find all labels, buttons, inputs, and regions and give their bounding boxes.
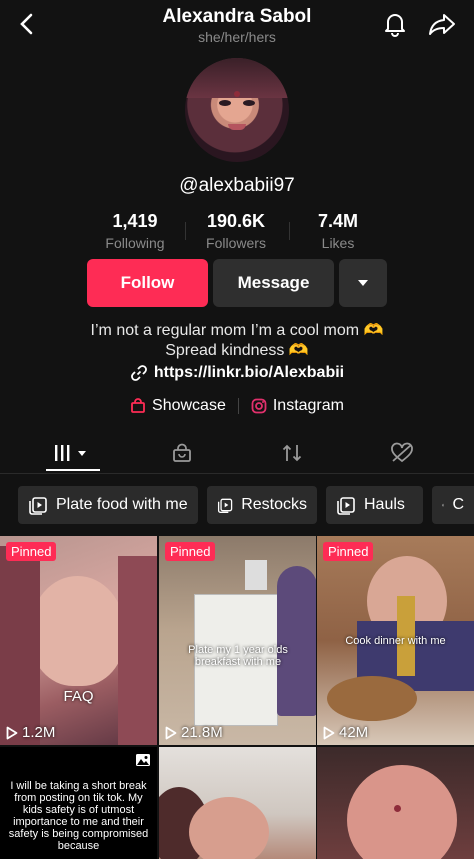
tab-reposts[interactable]: [233, 433, 351, 473]
view-count-text: 42M: [339, 724, 369, 741]
notifications-button[interactable]: [381, 10, 409, 38]
bell-icon: [385, 14, 405, 37]
view-count-text: 1.2M: [22, 724, 56, 741]
view-count: 42M: [323, 724, 368, 741]
playlist-chip-label: Restocks: [241, 496, 307, 513]
liked-hidden-icon: [391, 442, 413, 463]
view-count-text: 21.8M: [181, 724, 223, 741]
instagram-label: Instagram: [272, 397, 344, 414]
view-count: 1.2M: [6, 724, 55, 741]
video-thumbnail[interactable]: Pinned FAQ 1.2M: [0, 536, 157, 745]
showcase-link[interactable]: Showcase: [130, 397, 226, 415]
playlist-chip-label: Plate food with me: [56, 496, 188, 513]
playlist-chip-label: C: [452, 496, 464, 513]
pinned-badge: Pinned: [6, 542, 57, 561]
share-button[interactable]: [428, 10, 456, 38]
video-thumbnail[interactable]: [317, 747, 474, 859]
playlist-icon: [337, 497, 355, 515]
playlist-chip[interactable]: Hauls: [326, 486, 423, 524]
playlist-chip[interactable]: Restocks: [207, 486, 317, 524]
video-thumbnail[interactable]: Pinned Cook dinner with me 42M: [317, 536, 474, 745]
playlist-icon: [217, 498, 233, 513]
play-icon: [6, 726, 18, 739]
video-caption: Cook dinner with me: [345, 635, 446, 647]
share-icon: [429, 14, 455, 35]
bio-link-text: https://linkr.bio/Alexbabii: [153, 364, 345, 381]
shopping-bag-icon: [173, 443, 191, 462]
play-icon: [323, 726, 335, 739]
likes-count: 7.4M: [317, 211, 359, 231]
showcase-label: Showcase: [152, 397, 226, 414]
pinned-badge: Pinned: [323, 542, 374, 561]
instagram-link[interactable]: Instagram: [251, 397, 344, 415]
videos-grid-icon: [55, 445, 86, 461]
likes-label: Likes: [321, 235, 355, 251]
message-button[interactable]: Message: [213, 259, 334, 307]
follow-button[interactable]: Follow: [87, 259, 208, 307]
tab-videos[interactable]: [14, 433, 132, 473]
playlist-icon: [29, 497, 47, 515]
instagram-icon: [251, 398, 267, 414]
bio-line: Spread kindness 🫶: [165, 342, 309, 359]
playlist-chip[interactable]: C: [432, 486, 474, 524]
repost-icon: [282, 444, 302, 462]
video-thumbnail[interactable]: I will be taking a short break from post…: [0, 747, 157, 859]
tab-shop[interactable]: [123, 433, 241, 473]
shopping-bag-icon: [131, 398, 145, 413]
profile-tabs: [0, 433, 474, 474]
likes-stat[interactable]: 7.4M Likes: [278, 211, 398, 251]
active-tab-indicator: [46, 469, 100, 471]
tab-liked[interactable]: [343, 433, 461, 473]
bio-link[interactable]: https://linkr.bio/Alexbabii: [0, 364, 474, 382]
caret-down-icon: [358, 280, 368, 286]
video-caption: FAQ: [63, 688, 94, 705]
link-icon: [130, 365, 147, 381]
play-icon: [165, 726, 177, 739]
bio-line: I’m not a regular mom I’m a cool mom 🫶: [90, 322, 384, 339]
video-thumbnail[interactable]: Pinned Plate my 1 year olds breakfast wi…: [159, 536, 316, 745]
video-caption: I will be taking a short break from post…: [8, 780, 149, 852]
username-handle: @alexbabii97: [179, 175, 295, 196]
photo-icon: [136, 754, 150, 766]
video-thumbnail[interactable]: [159, 747, 316, 859]
playlist-chip[interactable]: Plate food with me: [18, 486, 198, 524]
pinned-badge: Pinned: [165, 542, 216, 561]
video-caption: Plate my 1 year olds breakfast with me: [188, 644, 288, 668]
playlist-chip-label: Hauls: [364, 496, 405, 513]
playlist-icon: [442, 504, 445, 507]
suggested-accounts-button[interactable]: [339, 259, 387, 307]
avatar[interactable]: [185, 58, 289, 162]
view-count: 21.8M: [165, 724, 223, 741]
